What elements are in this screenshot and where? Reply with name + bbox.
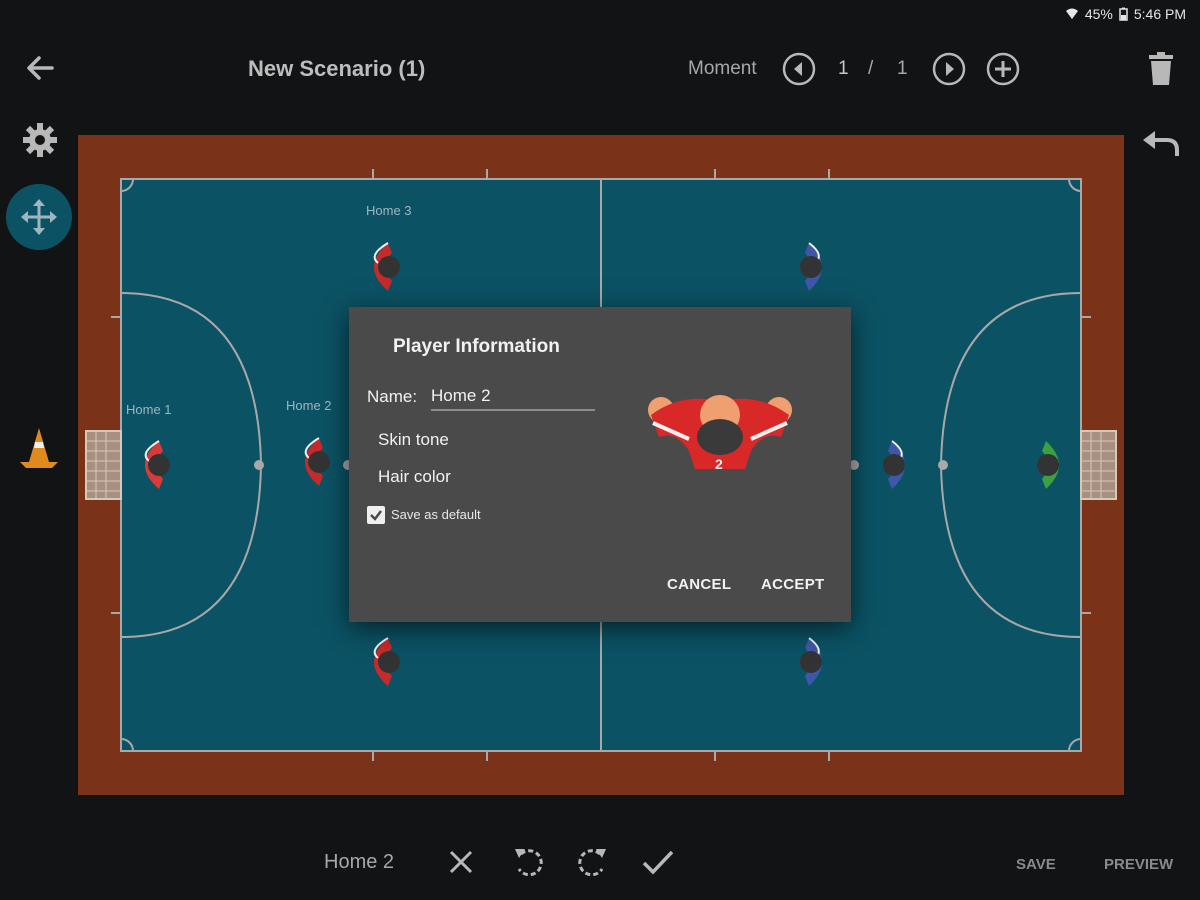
selected-player-name: Home 2	[324, 851, 395, 873]
battery-percent: 45%	[1084, 6, 1113, 22]
hair-color-option[interactable]: Hair color	[378, 467, 451, 487]
previous-moment-button[interactable]	[781, 51, 817, 87]
move-tool-button[interactable]	[6, 184, 72, 250]
right-goal	[1080, 430, 1117, 500]
moment-total: 1	[897, 58, 908, 79]
trash-icon	[1149, 52, 1173, 85]
player-label-home-1: Home 1	[126, 402, 172, 417]
dialog-title: Player Information	[393, 336, 560, 357]
left-penalty-spot	[254, 460, 264, 470]
gear-icon	[23, 123, 57, 157]
player-information-dialog: Player Information Name: Skin tone Hair …	[349, 307, 851, 622]
undo-icon	[1143, 131, 1179, 156]
name-label: Name:	[367, 387, 418, 406]
chevron-left-circle-icon	[782, 52, 816, 86]
player-avatar-preview: 2	[648, 395, 792, 472]
save-button[interactable]: SAVE	[1016, 856, 1056, 873]
rotate-right-icon	[578, 849, 606, 877]
settings-button[interactable]	[20, 120, 60, 160]
battery-icon	[1119, 7, 1128, 21]
delete-button[interactable]	[1144, 50, 1178, 88]
next-moment-button[interactable]	[931, 51, 967, 87]
add-moment-button[interactable]	[985, 51, 1021, 87]
save-default-checkbox[interactable]	[367, 506, 385, 524]
player-label-home-3: Home 3	[366, 203, 412, 218]
player-label-home-2: Home 2	[286, 398, 332, 413]
undo-button[interactable]	[1140, 128, 1182, 160]
rotate-right-button[interactable]	[574, 843, 612, 881]
cone-tool-button[interactable]	[17, 425, 61, 471]
cancel-button[interactable]: CANCEL	[667, 576, 731, 593]
scenario-title: New Scenario (1)	[248, 56, 426, 81]
plus-circle-icon	[986, 52, 1020, 86]
left-goal	[85, 430, 122, 500]
moment-current: 1	[838, 58, 849, 79]
save-default-label: Save as default	[391, 507, 481, 522]
right-penalty-spot	[938, 460, 948, 470]
checkmark-icon	[370, 510, 382, 521]
moment-separator: /	[868, 58, 874, 79]
accept-button[interactable]: ACCEPT	[761, 576, 824, 593]
move-arrows-icon	[21, 199, 57, 235]
back-button[interactable]	[22, 50, 58, 86]
clock: 5:46 PM	[1133, 6, 1186, 22]
close-icon	[449, 850, 473, 874]
traffic-cone-icon	[20, 428, 58, 468]
moment-label: Moment	[688, 58, 757, 79]
preview-button[interactable]: PREVIEW	[1104, 856, 1173, 873]
rotate-left-icon	[515, 849, 543, 877]
rotate-left-button[interactable]	[509, 843, 547, 881]
player-name-input[interactable]	[431, 383, 595, 411]
chevron-right-circle-icon	[932, 52, 966, 86]
arrow-left-icon	[27, 56, 54, 80]
confirm-button[interactable]	[640, 845, 676, 879]
checkmark-icon	[642, 850, 674, 875]
skin-tone-option[interactable]: Skin tone	[378, 430, 449, 450]
avatar-jersey-number: 2	[715, 456, 723, 472]
remove-player-button[interactable]	[444, 845, 478, 879]
status-bar: 45% 5:46 PM	[1065, 6, 1186, 22]
wifi-icon	[1065, 8, 1078, 19]
